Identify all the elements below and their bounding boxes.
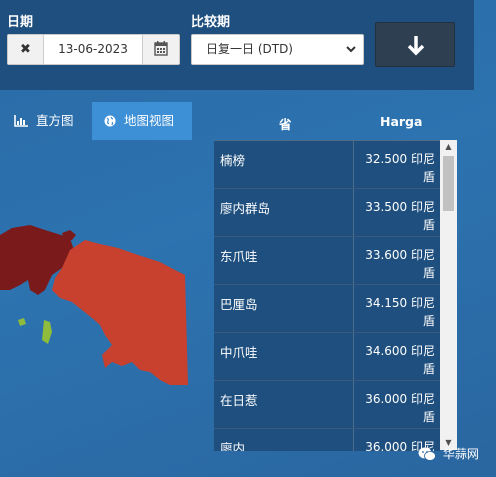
- price-value: 32.500 印尼: [365, 152, 435, 166]
- filter-panel: 日期 比较期 ✖ 13-06-2023 日复一日 (DTD): [0, 0, 474, 90]
- indonesia-map[interactable]: [0, 140, 210, 400]
- price-currency: 盾: [422, 218, 435, 232]
- price-value: 34.600 印尼: [365, 344, 435, 358]
- wechat-icon: [418, 447, 436, 461]
- price-cell: 33.600 印尼盾: [355, 237, 440, 284]
- date-label: 日期: [7, 15, 34, 30]
- price-value: 34.150 印尼: [365, 296, 435, 310]
- table-row[interactable]: 中爪哇 34.600 印尼盾: [214, 333, 440, 381]
- price-value: 36.000 印尼: [365, 392, 435, 406]
- province-cell: 东爪哇: [214, 237, 354, 284]
- table-row[interactable]: 巴厘岛 34.150 印尼盾: [214, 285, 440, 333]
- price-cell: 34.150 印尼盾: [355, 285, 440, 332]
- map-region-west-papua-islet[interactable]: [62, 230, 76, 240]
- price-currency: 盾: [422, 362, 435, 376]
- watermark-text: 华蒜网: [442, 447, 479, 461]
- table-scrollbar[interactable]: ▲ ▼: [440, 140, 457, 450]
- column-header-price[interactable]: Harga: [380, 114, 422, 129]
- price-value: 33.600 印尼: [365, 248, 435, 262]
- price-cell: 32.500 印尼盾: [355, 141, 440, 188]
- price-currency: 盾: [422, 266, 435, 280]
- province-cell: 巴厘岛: [214, 285, 354, 332]
- map-region-maluku-islet[interactable]: [18, 318, 26, 326]
- price-currency: 盾: [422, 314, 435, 328]
- table-row[interactable]: 东爪哇 33.600 印尼盾: [214, 237, 440, 285]
- tab-map-view[interactable]: 地图视图: [92, 102, 192, 140]
- calendar-icon: [154, 41, 168, 56]
- price-cell: 36.000 印尼盾: [355, 381, 440, 428]
- scroll-up-arrow-icon[interactable]: ▲: [440, 140, 457, 154]
- price-cell: 34.600 印尼盾: [355, 333, 440, 380]
- globe-icon: [104, 115, 116, 127]
- tab-histogram[interactable]: 直方图: [6, 102, 86, 140]
- date-input[interactable]: 13-06-2023: [43, 35, 143, 64]
- bar-chart-icon: [14, 115, 28, 127]
- price-value: 33.500 印尼: [365, 200, 435, 214]
- download-button[interactable]: [375, 22, 455, 67]
- tab-map-view-label: 地图视图: [123, 113, 174, 128]
- tab-histogram-label: 直方图: [35, 113, 74, 128]
- table-row[interactable]: 廖内群岛 33.500 印尼盾: [214, 189, 440, 237]
- date-picker: ✖ 13-06-2023: [7, 34, 180, 65]
- province-cell: 廖内群岛: [214, 189, 354, 236]
- province-cell: 在日惹: [214, 381, 354, 428]
- map-region-maluku[interactable]: [42, 320, 52, 344]
- province-cell: 楠榜: [214, 141, 354, 188]
- scrollbar-thumb[interactable]: [443, 156, 454, 211]
- column-header-province[interactable]: 省: [279, 114, 292, 133]
- province-cell: 廖内: [214, 429, 354, 451]
- price-currency: 盾: [422, 170, 435, 184]
- calendar-button[interactable]: [142, 35, 179, 64]
- price-currency: 盾: [422, 410, 435, 424]
- province-cell: 中爪哇: [214, 333, 354, 380]
- close-icon: ✖: [20, 42, 31, 57]
- table-row[interactable]: 廖内 36.000 印尼盾: [214, 429, 440, 451]
- arrow-down-icon: [407, 36, 425, 56]
- compare-label: 比较期: [191, 15, 231, 30]
- compare-period-value: 日复一日 (DTD): [206, 42, 293, 56]
- chevron-down-icon: [345, 35, 357, 75]
- price-cell: 33.500 印尼盾: [355, 189, 440, 236]
- map-region-papua[interactable]: [52, 240, 188, 385]
- clear-date-button[interactable]: ✖: [8, 35, 44, 64]
- compare-period-select[interactable]: 日复一日 (DTD): [191, 34, 364, 65]
- price-table: 楠榜 32.500 印尼盾 廖内群岛 33.500 印尼盾 东爪哇 33.600…: [214, 140, 440, 451]
- watermark: 华蒜网: [418, 444, 479, 464]
- table-row[interactable]: 楠榜 32.500 印尼盾: [214, 141, 440, 189]
- table-row[interactable]: 在日惹 36.000 印尼盾: [214, 381, 440, 429]
